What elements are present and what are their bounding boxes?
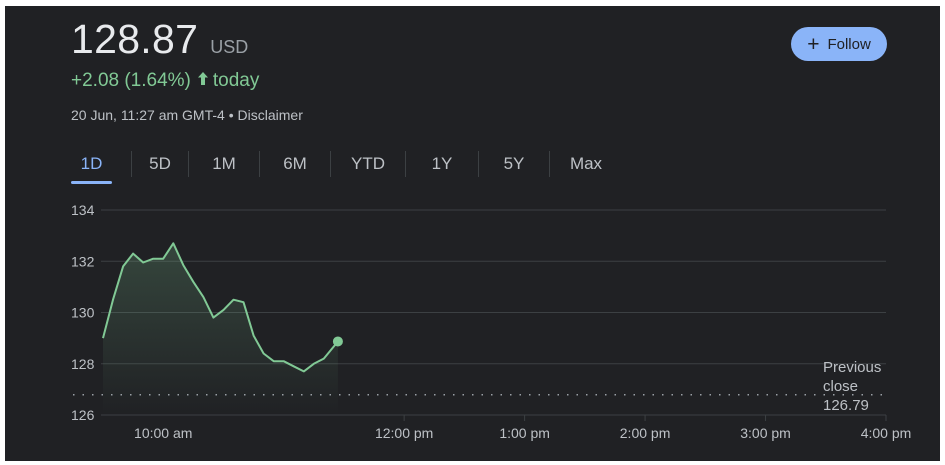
price-chart: 134 132 130 128 126 10:00 am 12:00 pm 1:00 pm 2… — [71, 202, 911, 441]
x-tick-label: 1:00 pm — [499, 425, 550, 441]
x-tick-label: 3:00 pm — [740, 425, 791, 441]
x-tick-label: 2:00 pm — [620, 425, 671, 441]
x-tick-label: 10:00 am — [134, 425, 192, 441]
x-tick-label: 12:00 pm — [375, 425, 433, 441]
previous-close-label: Previous close 126.79 — [823, 358, 881, 415]
x-axis: 10:00 am 12:00 pm 1:00 pm 2:00 pm 3:00 pm 4:0… — [134, 415, 911, 441]
previous-close-label-line2: close — [823, 378, 859, 395]
previous-close-value: 126.79 — [823, 397, 869, 414]
previous-close-label-line1: Previous — [823, 359, 882, 376]
y-axis: 134 132 130 128 126 — [71, 202, 95, 423]
stock-card: 128.87 USD +2.08 (1.64%) today 20 Jun, 1… — [5, 6, 940, 461]
y-tick-label: 128 — [71, 356, 95, 372]
x-tick-label: 4:00 pm — [861, 425, 912, 441]
price-area — [103, 243, 338, 415]
last-price-point[interactable] — [332, 336, 343, 347]
y-tick-label: 126 — [71, 407, 95, 423]
y-tick-label: 130 — [71, 305, 95, 321]
y-tick-label: 132 — [71, 253, 95, 269]
y-tick-label: 134 — [71, 202, 95, 218]
